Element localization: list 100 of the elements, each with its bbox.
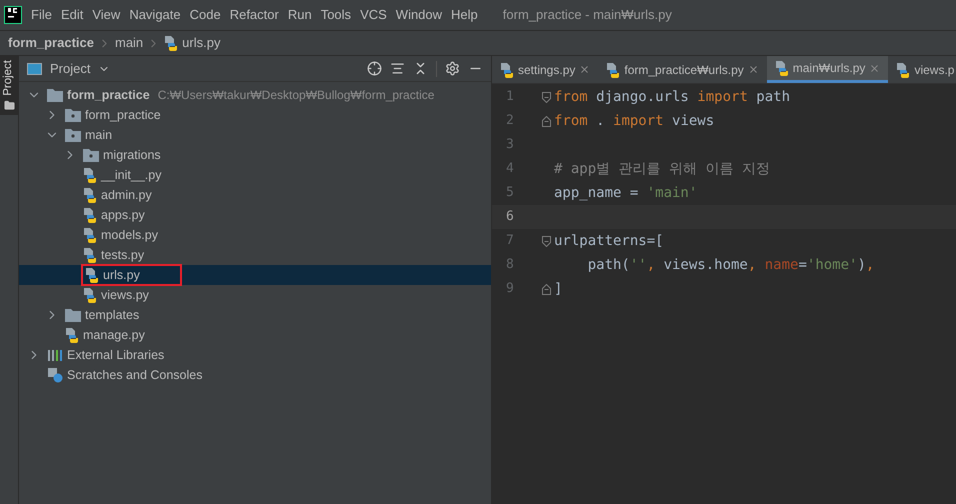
line-number: 6 [505, 208, 515, 226]
tree-item[interactable]: form_practice C:₩Users₩takur₩Desktop₩Bullog₩form_practice [19, 85, 491, 105]
panel-icon [27, 62, 42, 74]
code-line: from django.urls import path [554, 88, 790, 106]
tree-item[interactable]: urls.py [19, 265, 491, 285]
tree-item-label: admin.py [101, 186, 152, 204]
tab-label: settings.py [518, 62, 576, 78]
line-number: 8 [505, 256, 515, 274]
tree-item-label: models.py [101, 226, 158, 244]
line-number: 3 [505, 136, 515, 154]
settings-icon[interactable] [445, 61, 460, 76]
folder-icon [65, 308, 81, 322]
app-logo-icon [4, 6, 22, 24]
project-side-tab[interactable]: Project [0, 56, 18, 115]
menu-item[interactable]: Tools [320, 5, 352, 25]
line-number: 9 [505, 280, 515, 298]
fold-marker-icon[interactable] [542, 236, 550, 246]
folder-icon [4, 100, 14, 111]
code-line: urlpatterns=[ [554, 232, 664, 250]
editor-tab[interactable]: main₩urls.py [766, 56, 888, 83]
editor-tab[interactable]: form_practice₩urls.py [598, 56, 767, 83]
editor-tab[interactable]: views.p [888, 56, 956, 83]
tree-item[interactable]: admin.py [19, 185, 491, 205]
python-file-icon [164, 35, 178, 51]
menu-item[interactable]: Code [190, 5, 221, 25]
tree-item[interactable]: main [19, 125, 491, 145]
tree-item[interactable]: tests.py [19, 245, 491, 265]
close-icon[interactable] [748, 64, 759, 75]
tree-item[interactable]: templates [19, 305, 491, 325]
menu-item[interactable]: Navigate [129, 5, 181, 25]
code-line: from . import views [554, 112, 714, 130]
panel-title[interactable]: Project [50, 58, 90, 78]
editor-tab[interactable]: settings.py [492, 56, 598, 83]
locate-icon[interactable] [367, 61, 382, 76]
tree-item-label: migrations [103, 146, 161, 164]
folder-icon [47, 88, 63, 102]
close-icon[interactable] [869, 62, 880, 74]
tree-item[interactable]: Scratches and Consoles [19, 365, 491, 385]
breadcrumb-item[interactable]: urls.py [182, 33, 220, 53]
tab-label: views.p [914, 62, 954, 78]
library-icon [47, 348, 63, 362]
code-line: ] [554, 280, 562, 298]
python-file-icon [65, 327, 79, 343]
tree-item-label: templates [85, 306, 140, 324]
close-icon[interactable] [579, 64, 590, 75]
tab-label: form_practice₩urls.py [624, 62, 744, 78]
tree-item-label: form_practice [67, 86, 150, 104]
line-number: 5 [505, 184, 515, 202]
python-file-icon [83, 167, 97, 183]
tree-item-label: form_practice [85, 106, 161, 124]
breadcrumb-item[interactable]: main [114, 33, 144, 53]
menu-item[interactable]: Help [451, 5, 478, 25]
line-number: 7 [505, 232, 515, 250]
menu-item[interactable]: File [31, 5, 52, 25]
tree-item[interactable]: apps.py [19, 205, 491, 225]
menu-item[interactable]: Run [288, 5, 312, 25]
python-file-icon [83, 287, 97, 303]
tree-item-label: Scratches and Consoles [67, 366, 202, 384]
python-file-icon [774, 60, 789, 76]
python-file-icon [896, 62, 910, 78]
python-file-icon [83, 207, 97, 223]
tree-item[interactable]: migrations [19, 145, 491, 165]
menu-item[interactable]: Refactor [230, 5, 279, 25]
breadcrumb-item[interactable]: form_practice [8, 33, 94, 53]
tree-item[interactable]: manage.py [19, 325, 491, 345]
menu-item[interactable]: Window [396, 5, 442, 25]
code-line: app_name = 'main' [554, 184, 698, 202]
tree-item[interactable]: __init__.py [19, 165, 491, 185]
fold-marker-icon[interactable] [542, 92, 550, 102]
folder-icon [83, 148, 99, 162]
fold-marker-icon[interactable] [542, 116, 550, 126]
tree-item-label: __init__.py [101, 166, 162, 184]
line-number: 2 [505, 112, 515, 130]
python-file-icon [85, 267, 99, 283]
menu-item[interactable]: View [92, 5, 120, 25]
line-number: 1 [505, 88, 515, 106]
window-title: form_practice - main₩urls.py [502, 6, 672, 24]
tree-item-label: External Libraries [67, 346, 164, 364]
line-number: 4 [505, 160, 515, 178]
python-file-icon [83, 227, 97, 243]
tree-item[interactable]: form_practice [19, 105, 491, 125]
tree-item-label: apps.py [101, 206, 145, 224]
expand-all-icon[interactable] [390, 61, 405, 76]
python-file-icon [606, 62, 620, 78]
menu-item[interactable]: Edit [60, 5, 84, 25]
tree-item-label: urls.py [103, 266, 140, 284]
project-path: C:₩Users₩takur₩Desktop₩Bullog₩form_practice [158, 87, 434, 104]
menu-item[interactable]: VCS [360, 5, 387, 25]
code-line: # app별 관리를 위해 이름 지정 [554, 160, 770, 178]
tab-label: main₩urls.py [792, 60, 866, 77]
tree-item[interactable]: models.py [19, 225, 491, 245]
tree-item-label: views.py [101, 286, 149, 304]
tree-item[interactable]: External Libraries [19, 345, 491, 365]
folder-icon [65, 108, 81, 122]
code-line: path('', views.home, name='home'), [586, 256, 874, 274]
folder-icon [65, 128, 81, 142]
fold-marker-icon[interactable] [542, 284, 550, 294]
tree-item-label: manage.py [83, 326, 145, 344]
python-file-icon [83, 247, 97, 263]
tree-item[interactable]: views.py [19, 285, 491, 305]
